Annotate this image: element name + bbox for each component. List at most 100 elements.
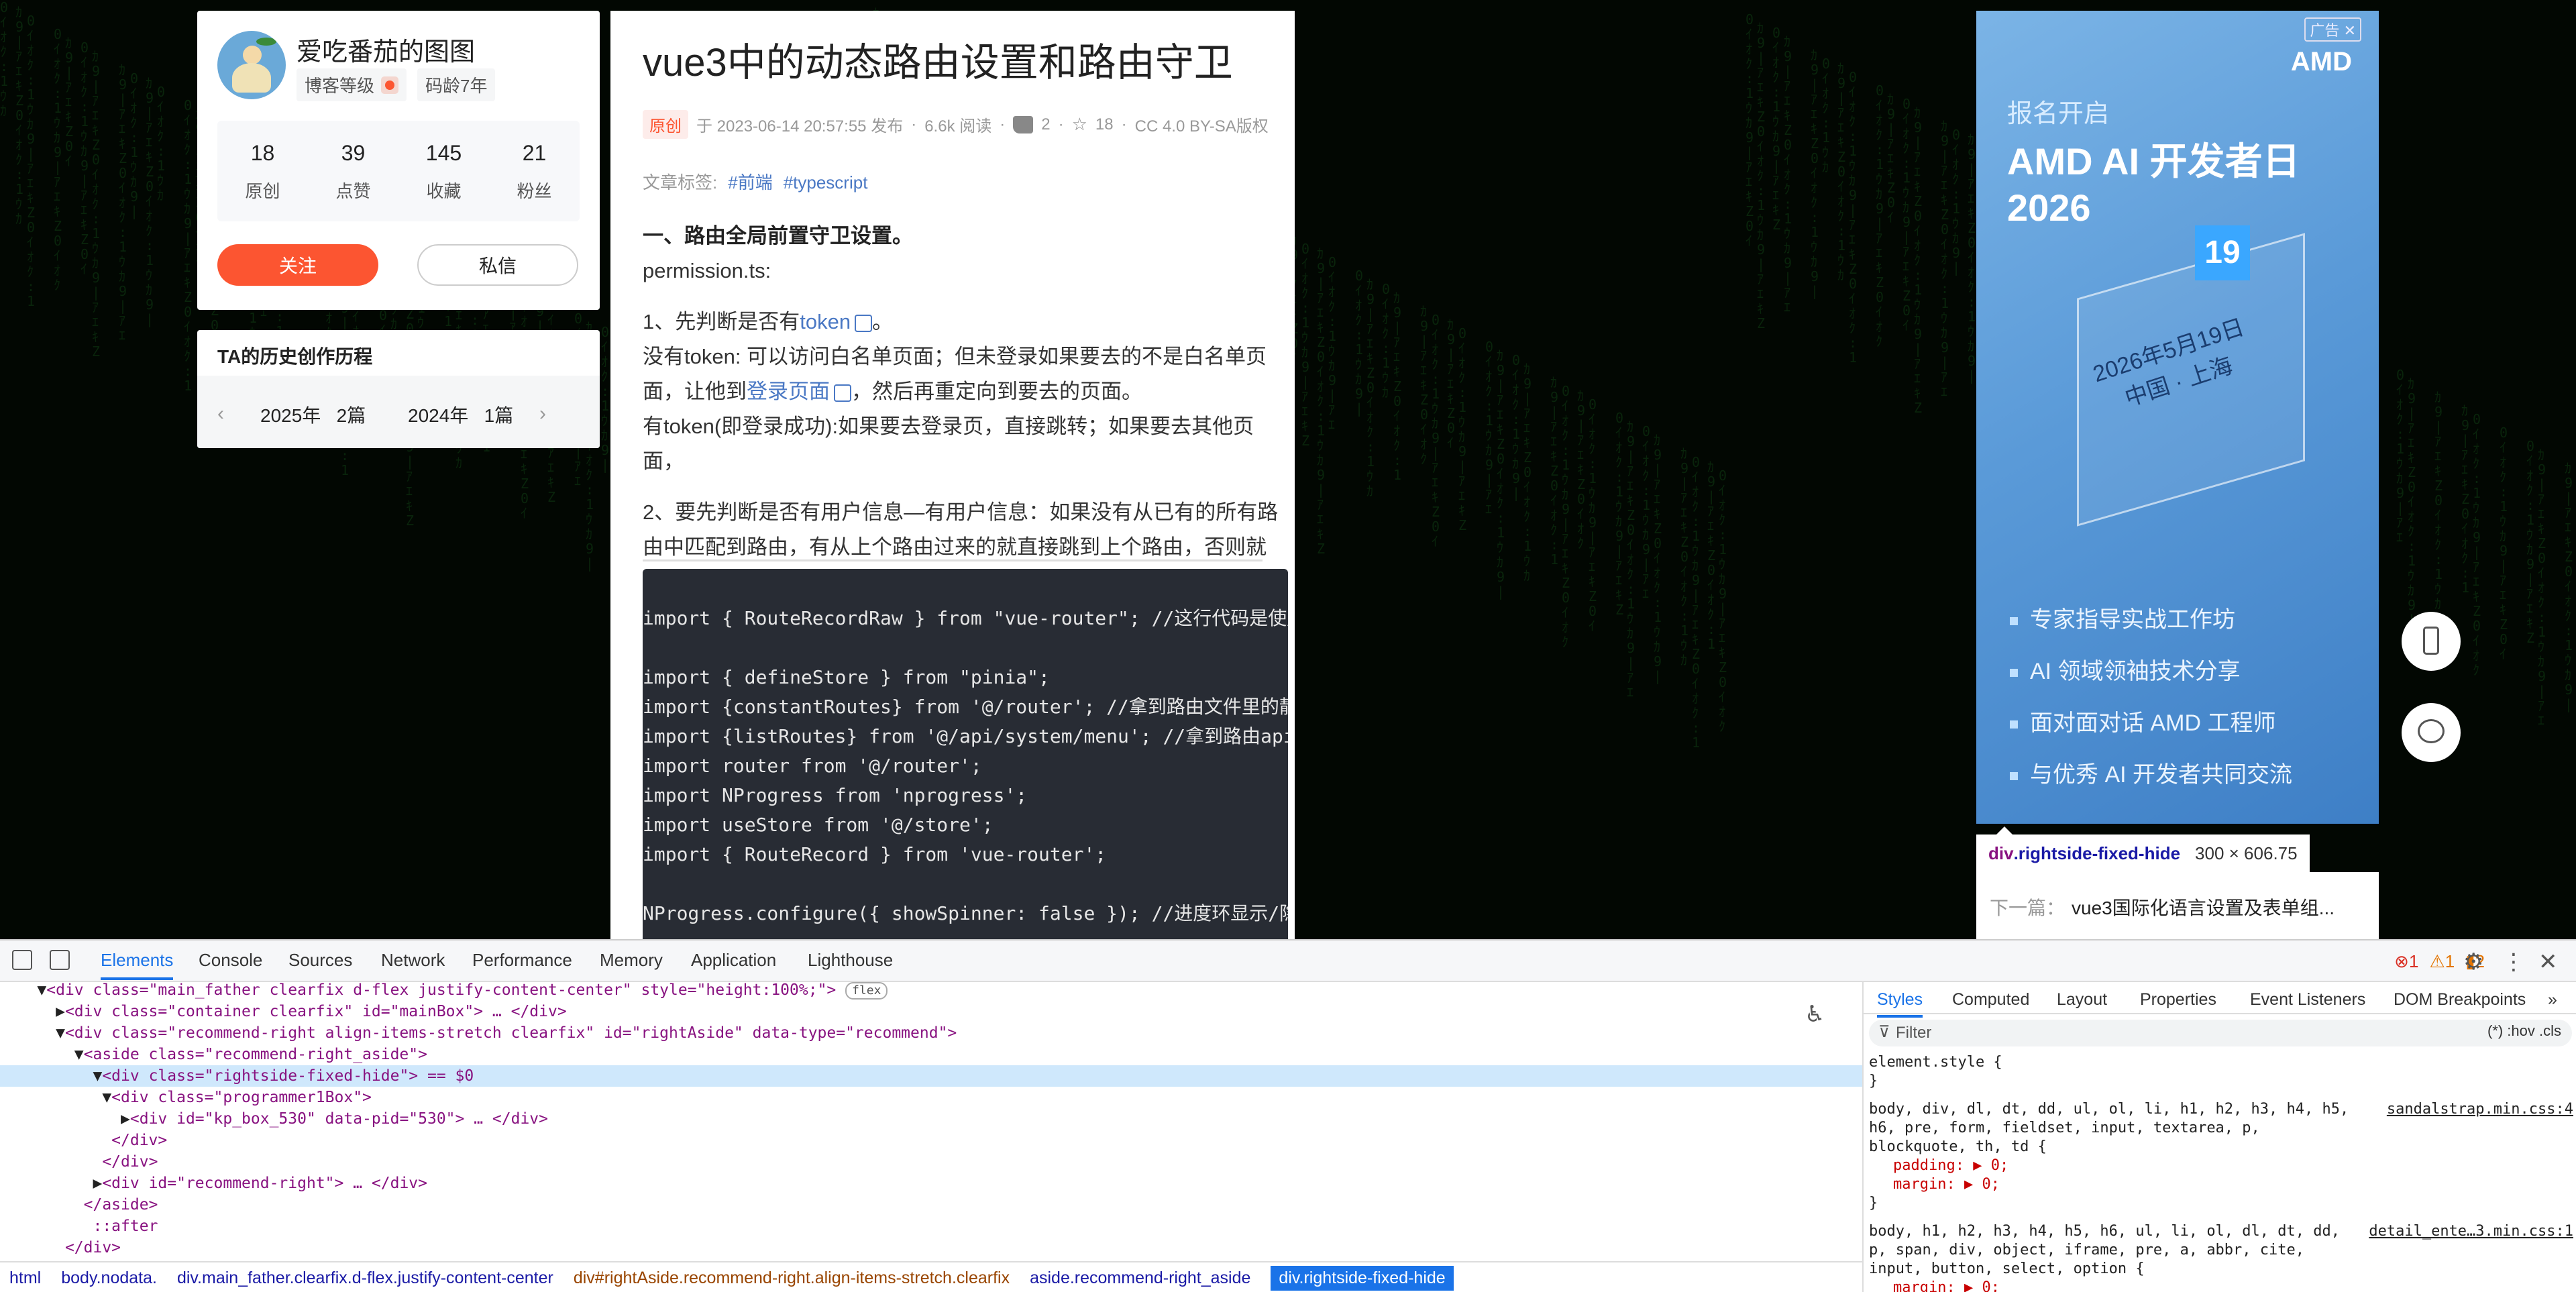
crumb-html[interactable]: html: [9, 1269, 41, 1288]
style-property[interactable]: padding: ▶ 0;: [1869, 1156, 2573, 1175]
expand-arrow-icon[interactable]: ▼: [0, 1089, 111, 1106]
tab-console[interactable]: Console: [199, 950, 262, 971]
style-rule[interactable]: element.style {}: [1869, 1053, 2573, 1091]
stat-original[interactable]: 18 原创: [217, 121, 308, 221]
dom-node[interactable]: ▶<div class="container clearfix" id="mai…: [0, 1001, 1862, 1022]
tab-sources[interactable]: Sources: [288, 950, 352, 971]
tab-application[interactable]: Application: [691, 950, 776, 971]
matrix-rain-column: ｶ 9 | ｱ ｴ ｷ Z 0 ｲ ｵ ｸ : 1 ｳ ｶ: [1837, 60, 1846, 283]
dom-node[interactable]: ▼<aside class="recommend-right_aside">: [0, 1044, 1862, 1065]
stat-likes[interactable]: 39 点赞: [308, 121, 398, 221]
error-badge[interactable]: ⊗1: [2394, 951, 2418, 972]
chevron-right-icon[interactable]: ›: [539, 402, 546, 425]
tab-performance[interactable]: Performance: [472, 950, 572, 971]
dom-node[interactable]: ▼<div class="main_father clearfix d-flex…: [0, 982, 1862, 1001]
thumbs-up-icon[interactable]: [1013, 115, 1034, 133]
license-text[interactable]: CC 4.0 BY-SA版权: [1135, 113, 1269, 136]
warning-badge[interactable]: ⚠1: [2429, 951, 2455, 972]
tab-layout[interactable]: Layout: [2057, 990, 2107, 1010]
matrix-rain-column: ｶ 9 | ｱ ｴ ｷ Z 0 ｲ ｵ ｸ : 1 ｳ ｶ 9 |: [1497, 347, 1505, 600]
styles-filter-input[interactable]: ⊽ Filter (*) :hov .cls: [1869, 1020, 2572, 1046]
dom-node[interactable]: ::after: [0, 1216, 1862, 1237]
publish-date: 于 2023-06-14 20:57:55 发布: [696, 117, 904, 136]
tab-memory[interactable]: Memory: [600, 950, 663, 971]
tab-properties[interactable]: Properties: [2140, 990, 2216, 1010]
chat-button[interactable]: [2402, 703, 2461, 762]
tag-typescript[interactable]: #typescript: [784, 172, 868, 193]
style-property[interactable]: margin: ▶ 0;: [1869, 1175, 2573, 1194]
expand-arrow-icon[interactable]: ▼: [0, 1067, 102, 1085]
stat-fans[interactable]: 21 粉丝: [489, 121, 580, 221]
filter-tools[interactable]: (*) :hov .cls: [2487, 1022, 2561, 1040]
crumb-right-aside[interactable]: div#rightAside.recommend-right.align-ite…: [574, 1269, 1010, 1288]
dom-node[interactable]: </div>: [0, 1237, 1862, 1258]
dom-node-selected[interactable]: ▼<div class="rightside-fixed-hide"> == $…: [0, 1065, 1862, 1087]
crumb-main-father[interactable]: div.main_father.clearfix.d-flex.justify-…: [177, 1269, 553, 1288]
matrix-rain-column: ｶ 9 | ｱ ｴ ｷ Z 0 ｲ ｵ ｸ : 1 ｳ ｶ 9 |: [1811, 47, 1819, 299]
star-icon[interactable]: ☆: [1072, 114, 1087, 135]
dom-tree[interactable]: ▼<div class="main_father clearfix d-flex…: [0, 982, 1862, 1261]
author-name[interactable]: 爱吃番茄的图图: [297, 31, 475, 68]
login-page-link[interactable]: 登录页面: [747, 380, 830, 403]
history-year-2024[interactable]: 2024年 1篇: [408, 401, 513, 428]
settings-gear-icon[interactable]: ⚙: [2463, 949, 2483, 975]
avatar[interactable]: [217, 31, 286, 99]
dom-node[interactable]: ▶<div id="recommend-right"> … </div>: [0, 1173, 1862, 1194]
matrix-rain-column: 0 ｲ ｵ ｸ : 1 ｳ ｶ 9 | ｱ ｴ ｷ Z: [1772, 25, 1781, 233]
close-devtools-icon[interactable]: ✕: [2538, 949, 2558, 975]
dom-node[interactable]: ▶<div id="kp_box_530" data-pid="530"> … …: [0, 1108, 1862, 1130]
ad-close-tag[interactable]: 广告 ✕: [2304, 17, 2361, 42]
stat-favorites[interactable]: 145 收藏: [398, 121, 489, 221]
follow-button[interactable]: 关注: [217, 244, 378, 286]
tab-event-listeners[interactable]: Event Listeners: [2250, 990, 2365, 1010]
history-year-2025[interactable]: 2025年 2篇: [260, 401, 366, 428]
rule-source-link[interactable]: detail_ente…3.min.css:1: [2369, 1222, 2573, 1241]
dom-node[interactable]: </div>: [0, 1151, 1862, 1173]
matrix-rain-column: 0 ｲ ｵ ｸ : 1 ｳ ｶ 9 | ｱ ｴ: [1642, 423, 1651, 602]
close-icon[interactable]: ✕: [2344, 22, 2356, 39]
tab-lighthouse[interactable]: Lighthouse: [808, 950, 893, 971]
message-button[interactable]: 私信: [417, 244, 578, 286]
flex-badge[interactable]: flex: [845, 982, 888, 1000]
amd-advertisement[interactable]: 广告 ✕ AMD 报名开启 AMD AI 开发者日 2026 19 2026年5…: [1976, 11, 2379, 824]
dom-node[interactable]: </aside>: [0, 1194, 1862, 1216]
chevron-left-icon[interactable]: ‹: [217, 402, 224, 425]
style-rule[interactable]: body, h1, h2, h3, h4, h5, h6, ul, li, ol…: [1869, 1222, 2573, 1292]
token-link[interactable]: token: [800, 310, 851, 333]
inspect-element-icon[interactable]: [12, 950, 32, 970]
crumb-body[interactable]: body.nodata.: [61, 1269, 157, 1288]
code-block[interactable]: import { RouteRecordRaw } from "vue-rout…: [643, 569, 1288, 939]
dot-separator: ·: [1000, 115, 1006, 133]
expand-arrow-icon[interactable]: ▼: [0, 982, 46, 999]
style-property[interactable]: margin: ▶ 0;: [1869, 1279, 2573, 1292]
expand-arrow-icon[interactable]: ▶: [0, 1175, 102, 1192]
external-link-icon[interactable]: [855, 314, 873, 332]
tab-computed[interactable]: Computed: [1952, 990, 2029, 1010]
expand-arrow-icon[interactable]: ▼: [0, 1046, 84, 1063]
style-rule[interactable]: body, div, dl, dt, dd, ul, ol, li, h1, h…: [1869, 1100, 2573, 1213]
device-toolbar-icon[interactable]: [50, 950, 70, 970]
next-article-link[interactable]: 下一篇： vue3国际化语言设置及表单组...: [1976, 872, 2379, 939]
expand-arrow-icon[interactable]: ▶: [0, 1110, 130, 1128]
rule-source-link[interactable]: sandalstrap.min.css:4: [2387, 1100, 2573, 1119]
expand-arrow-icon: [0, 1196, 84, 1214]
tag-frontend[interactable]: #前端: [728, 172, 772, 193]
more-tabs-icon[interactable]: »: [2548, 990, 2557, 1010]
accessibility-icon[interactable]: ♿: [1805, 1001, 1825, 1028]
tab-styles[interactable]: Styles: [1877, 990, 1923, 1018]
tab-network[interactable]: Network: [381, 950, 445, 971]
expand-arrow-icon[interactable]: ▶: [0, 1003, 65, 1020]
expand-arrow-icon[interactable]: ▼: [0, 1024, 65, 1042]
dom-node-text: </div>: [111, 1132, 168, 1149]
external-link-icon[interactable]: [834, 384, 851, 402]
crumb-current[interactable]: div.rightside-fixed-hide: [1271, 1265, 1454, 1291]
mobile-view-button[interactable]: [2402, 612, 2461, 671]
crumb-aside[interactable]: aside.recommend-right_aside: [1030, 1269, 1250, 1288]
dom-node[interactable]: </div>: [0, 1130, 1862, 1151]
more-options-icon[interactable]: ⋮: [2502, 949, 2525, 975]
tab-elements[interactable]: Elements: [101, 950, 174, 980]
dom-node[interactable]: ▼<div class="programmer1Box">: [0, 1087, 1862, 1108]
tab-dom-breakpoints[interactable]: DOM Breakpoints: [2394, 990, 2526, 1010]
matrix-rain-column: 0 ｲ ｵ ｸ : 1 ｳ ｶ 9 | ｱ ｴ ｷ Z: [2526, 438, 2535, 646]
dom-node[interactable]: ▼<div class="recommend-right align-items…: [0, 1022, 1862, 1044]
